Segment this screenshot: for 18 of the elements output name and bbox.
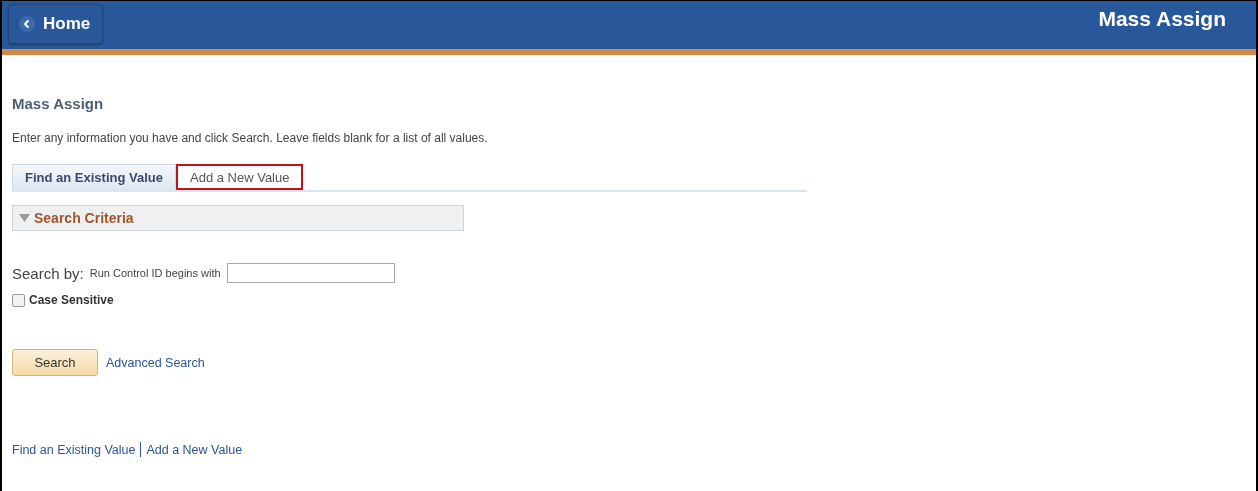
tab[interactable]: Add a New Value bbox=[176, 164, 304, 190]
collapse-triangle-icon bbox=[19, 214, 30, 222]
footer-link[interactable]: Add a New Value bbox=[146, 442, 243, 457]
search-criteria-header[interactable]: Search Criteria bbox=[12, 205, 464, 231]
home-button[interactable]: Home bbox=[8, 4, 104, 44]
back-chevron-icon bbox=[19, 16, 35, 32]
page-title: Mass Assign bbox=[12, 95, 105, 112]
run-control-id-field[interactable] bbox=[226, 263, 395, 283]
checkbox[interactable] bbox=[12, 293, 25, 307]
instructions-text: Enter any information you have and click Search. Leave fields blank for a list of all values. bbox=[12, 131, 489, 145]
checkbox-label: Case Sensitive bbox=[29, 293, 114, 307]
tab[interactable]: Find an Existing Value bbox=[12, 164, 176, 190]
field-label: Run Control ID begins with bbox=[89, 267, 221, 279]
search-by-label: Search by: bbox=[12, 264, 84, 282]
search-button[interactable]: Search bbox=[12, 349, 98, 376]
header-title: Mass Assign bbox=[1098, 7, 1226, 31]
advanced-search-link[interactable]: Advanced Search bbox=[106, 355, 205, 370]
footer-link[interactable]: Find an Existing Value bbox=[12, 442, 136, 457]
